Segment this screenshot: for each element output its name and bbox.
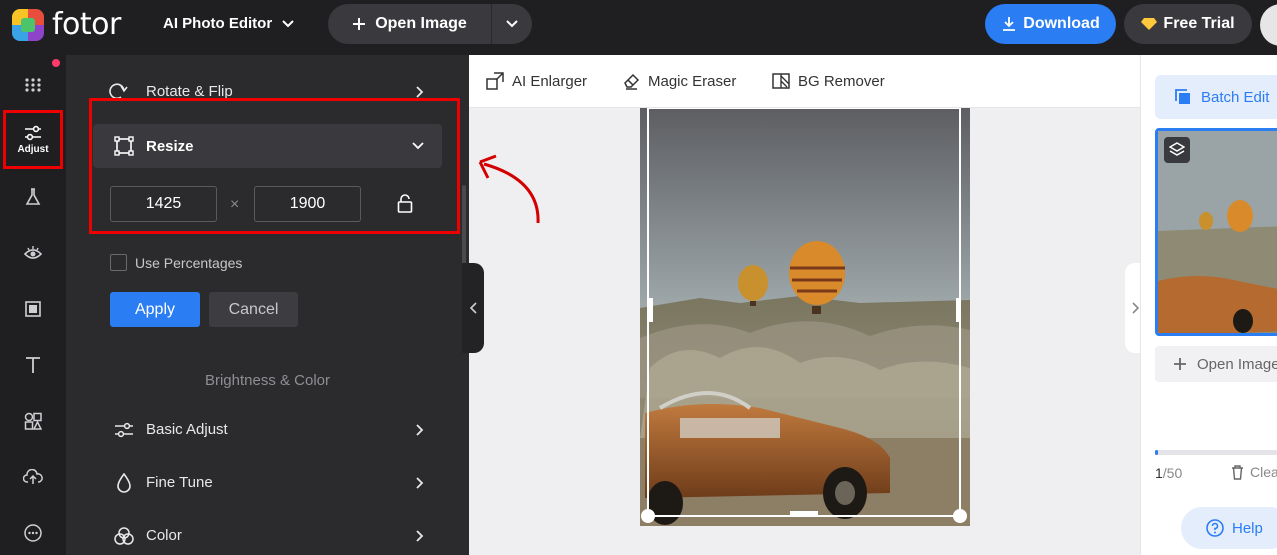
free-trial-button[interactable]: Free Trial [1124,4,1252,44]
adjust-highlight-frame [3,110,63,169]
fine-tune-label: Fine Tune [146,474,213,491]
rail-item-frames[interactable] [0,281,66,337]
flask-icon [25,188,41,205]
chevron-right-icon [1131,302,1139,314]
text-icon [26,357,40,373]
rail-item-beauty[interactable] [0,225,66,281]
product-switcher[interactable]: AI Photo Editor [163,15,294,32]
help-button[interactable]: Help [1181,507,1277,549]
help-icon [1206,519,1224,537]
cloud-upload-icon [23,469,43,484]
top-bar: fotor AI Photo Editor Open Image Downloa… [0,0,1277,55]
rail-item-text[interactable] [0,337,66,393]
adjust-panel: Rotate & Flip Resize 1425 × 1900 Use Per… [66,55,469,555]
collapse-panel-handle[interactable] [462,263,484,353]
resize-highlight-frame [89,98,460,234]
progress-fill [1155,450,1158,455]
chevron-down-icon [506,20,518,28]
download-button[interactable]: Download [985,4,1116,44]
color-row[interactable]: Color [112,526,469,545]
add-image-button[interactable]: Open Image [1155,346,1277,382]
annotation-arrow [478,154,540,224]
open-image-label: Open Image [375,15,467,32]
edited-photo[interactable] [640,107,970,526]
free-trial-label: Free Trial [1163,15,1235,32]
eye-icon [24,246,42,259]
chevron-right-icon [416,423,424,436]
image-count-progress [1155,450,1277,455]
more-icon [24,524,42,542]
help-label: Help [1232,519,1263,537]
chevron-right-icon [416,529,424,542]
section-title-brightness: Brightness & Color [204,372,331,389]
plus-icon [1174,358,1186,370]
ai-enlarger-button[interactable]: AI Enlarger [486,72,587,90]
diamond-icon [1141,18,1158,30]
chevron-down-icon [282,19,294,27]
drop-icon [117,472,131,493]
shapes-icon [24,412,42,430]
download-label: Download [1023,15,1100,32]
clear-button[interactable]: Clear [1231,464,1277,480]
bg-remover-label: BG Remover [798,72,885,90]
apply-button[interactable]: Apply [110,292,200,327]
magic-eraser-button[interactable]: Magic Eraser [622,72,736,90]
basic-adjust-row[interactable]: Basic Adjust [112,421,469,438]
notification-dot [52,59,60,67]
chevron-right-icon [416,476,424,489]
batch-edit-label: Batch Edit [1201,88,1270,106]
use-percentages-label: Use Percentages [135,255,243,271]
batch-icon [1175,89,1190,104]
ai-enlarger-label: AI Enlarger [512,72,588,90]
image-count: 1/50 [1155,465,1182,481]
logo-text: fotor [52,7,121,42]
fotor-logo[interactable]: fotor [12,7,121,42]
plus-icon [353,18,366,30]
layers-icon[interactable] [1164,137,1190,163]
chevron-left-icon [469,302,477,314]
rail-item-more[interactable] [0,505,66,555]
open-image-group: Open Image [328,4,532,44]
batch-edit-button[interactable]: Batch Edit [1155,75,1277,119]
count-total: /50 [1162,465,1183,481]
grid-icon [25,78,41,92]
right-panel: Batch Edit Open Image 1/50 Clear Help [1140,55,1277,555]
cancel-button[interactable]: Cancel [209,292,298,327]
photo-image [640,107,970,526]
open-image-button[interactable]: Open Image [328,4,492,44]
image-thumbnail[interactable] [1155,128,1277,336]
trash-icon [1232,464,1243,480]
chevron-right-icon [416,85,424,98]
download-icon [1003,17,1016,31]
frame-icon [25,301,41,317]
eraser-icon [624,73,640,90]
rail-item-uploads[interactable] [0,449,66,505]
product-label: AI Photo Editor [163,15,273,32]
use-percentages-checkbox[interactable] [110,254,127,271]
fine-tune-row[interactable]: Fine Tune [112,472,469,493]
count-current: 1 [1155,465,1163,481]
sliders-icon [115,422,133,437]
color-circles-icon [114,526,134,545]
bg-remover-button[interactable]: BG Remover [772,72,885,90]
magic-eraser-label: Magic Eraser [648,72,737,90]
enlarge-icon [486,72,504,90]
open-image-dropdown[interactable] [492,4,532,44]
avatar[interactable] [1260,4,1277,46]
add-image-label: Open Image [1197,355,1277,373]
bg-remove-icon [772,73,790,89]
rail-item-effects[interactable] [0,169,66,225]
clear-label: Clear [1250,464,1277,480]
rail-item-elements[interactable] [0,393,66,449]
basic-adjust-label: Basic Adjust [146,421,228,438]
ai-toolbar: AI Enlarger Magic Eraser BG Remover [469,55,1140,108]
fotor-logo-icon [12,8,44,41]
color-label: Color [146,527,182,544]
